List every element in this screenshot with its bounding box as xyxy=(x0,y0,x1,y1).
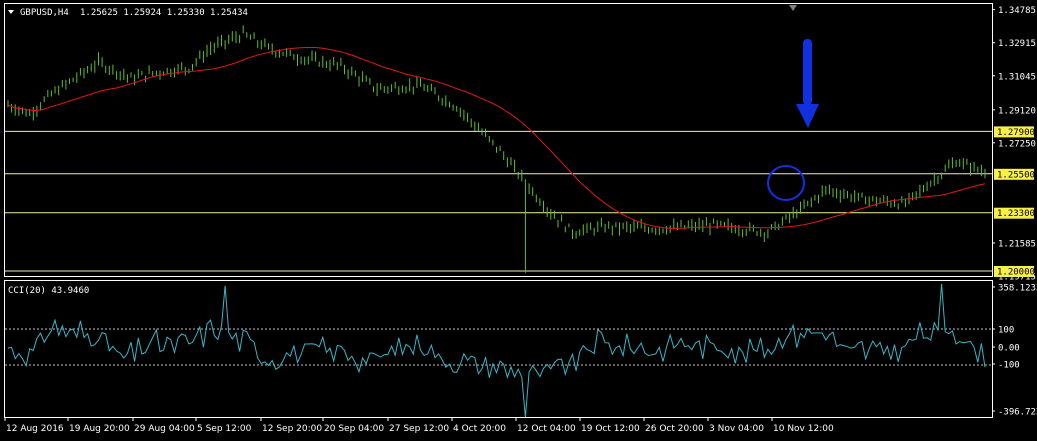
level-price-label: 1.25500 xyxy=(997,170,1035,180)
time-tick-label: 19 Oct 12:00 xyxy=(581,424,640,434)
price-tick-label: 1.21585 xyxy=(998,240,1036,250)
ohlc-values: 1.25625 1.25924 1.25330 1.25434 xyxy=(80,8,248,18)
time-tick-label: 12 Oct 04:00 xyxy=(517,424,576,434)
time-tick-label: 5 Sep 12:00 xyxy=(197,424,252,434)
level-price-label: 1.23300 xyxy=(997,209,1035,219)
time-tick-label: 20 Sep 04:00 xyxy=(324,424,384,434)
cci-tick-label: 100 xyxy=(998,326,1014,336)
time-tick-label: 12 Aug 2016 xyxy=(6,424,64,434)
price-tick-label: 1.32915 xyxy=(998,39,1036,49)
level-price-label: 1.27900 xyxy=(997,128,1035,138)
time-tick-label: 10 Nov 12:00 xyxy=(773,424,834,434)
price-tick-label: 1.27250 xyxy=(998,139,1036,149)
time-tick-label: 3 Nov 04:00 xyxy=(709,424,764,434)
price-scale: 1.34785 1.32915 1.31045 1.29120 1.27250 1.215… xyxy=(992,6,1036,283)
cci-tick-label: -396.7226 xyxy=(998,408,1037,418)
price-tick-label: 1.29120 xyxy=(998,106,1036,116)
time-tick-label: 12 Sep 20:00 xyxy=(262,424,322,434)
cci-title: CCI(20) 43.9460 xyxy=(8,286,89,296)
time-tick-label: 4 Oct 20:00 xyxy=(453,424,506,434)
symbol-timeframe: GBPUSD,H4 xyxy=(20,8,69,18)
time-tick-label: 26 Oct 20:00 xyxy=(645,424,704,434)
cci-tick-label: 358.1233 xyxy=(998,284,1037,294)
time-tick-label: 19 Aug 20:00 xyxy=(69,424,130,434)
header: GBPUSD,H4 1.25625 1.25924 1.25330 1.2543… xyxy=(8,8,248,18)
cci-tick-label: -100 xyxy=(998,361,1020,371)
time-tick-label: 27 Sep 12:00 xyxy=(389,424,449,434)
cci-tick-label: 0.00 xyxy=(998,344,1020,354)
price-tick-label: 1.34785 xyxy=(998,6,1036,16)
price-tick-label: 1.31045 xyxy=(998,72,1036,82)
chart-window[interactable]: GBPUSD,H4 1.25625 1.25924 1.25330 1.2543… xyxy=(0,0,1037,441)
time-tick-label: 29 Aug 04:00 xyxy=(134,424,195,434)
level-price-label: 1.20000 xyxy=(997,268,1035,278)
